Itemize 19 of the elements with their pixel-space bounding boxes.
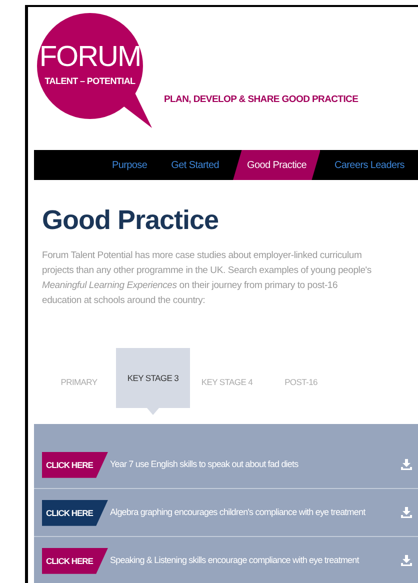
nav-link[interactable]: Purpose xyxy=(102,150,158,180)
nav-link[interactable]: Good Practice xyxy=(233,150,320,180)
click-here-button[interactable]: CLICK HERE xyxy=(42,548,108,574)
tagline: PLAN, DEVELOP & SHARE GOOD PRACTICE xyxy=(164,93,358,107)
download-icon[interactable] xyxy=(401,459,412,470)
case-study-title: Algebra graphing encourages children's compliance with eye treatment xyxy=(110,506,366,520)
click-here-button[interactable]: CLICK HERE xyxy=(42,500,108,526)
logo-subtitle: TALENT – POTENTIAL xyxy=(44,75,136,88)
case-study-title: Year 7 use English skills to speak out about fad diets xyxy=(110,458,300,472)
nav-link[interactable]: Get Started xyxy=(161,150,229,180)
case-study-title: Speaking & Listening skills encourage compliance with eye treatment xyxy=(110,554,360,568)
download-icon[interactable] xyxy=(401,555,412,566)
stage-tab[interactable]: KEY STAGE 3 xyxy=(116,348,190,416)
nav-link[interactable]: Careers Leaders xyxy=(324,150,414,180)
click-here-button[interactable]: CLICK HERE xyxy=(42,452,108,478)
logo-title: FORUM xyxy=(39,43,141,72)
page-heading: Good Practice xyxy=(42,204,220,236)
intro-paragraph: Forum Talent Potential has more case studies about employer-linked curriculum projects than any other programme in the UK. Search examples of young people's Meaningful Learning Experiences on their journey from primary to post-16 education at schools around the country: xyxy=(42,249,372,308)
download-icon[interactable] xyxy=(401,507,412,518)
